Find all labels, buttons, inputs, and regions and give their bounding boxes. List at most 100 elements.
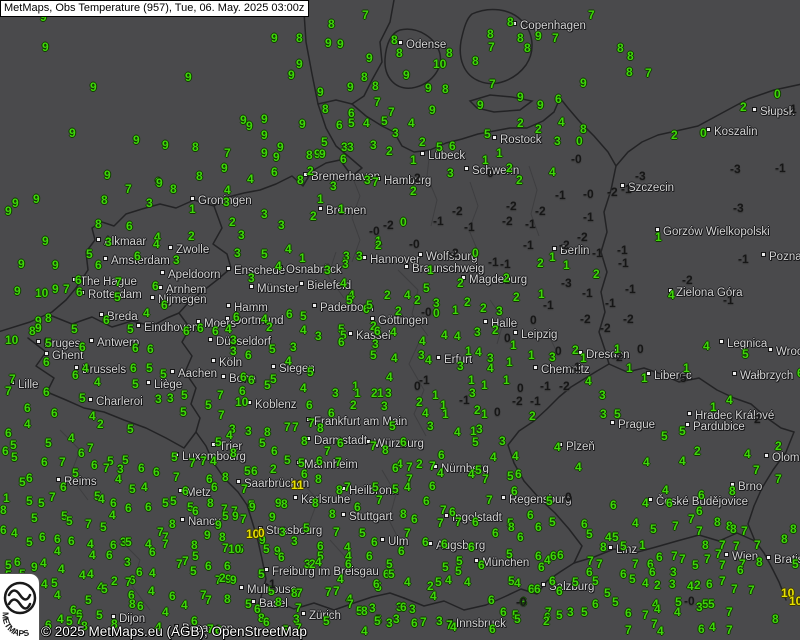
attribution: © 2025 MetMaps.eu (AGB), OpenStreetMap [41,624,307,639]
weather-map[interactable]: OdenseCopenhagenLübeckRostockSchwerinBre… [0,0,800,640]
temp-value: 5 [650,524,657,534]
temp-value: 5 [604,588,611,598]
temp-value: 3 [248,273,255,283]
temp-value: -1 [488,257,499,267]
temp-value: 1 [468,375,475,385]
temp-value: 6 [336,120,343,130]
temp-value: 8 [391,35,398,45]
temp-value: 7 [726,607,733,617]
temp-value: -2 [448,248,459,258]
temp-value: 6 [400,437,407,447]
temp-value: 6 [54,534,61,544]
temp-value: 7 [9,374,16,384]
temp-value: 10 [228,544,241,554]
temp-value: 6 [78,448,85,458]
temp-value: 3 [330,181,337,191]
temp-value: 4 [79,570,86,580]
temp-value: 4 [89,411,96,421]
temp-value: 5 [259,438,266,448]
temp-value: 4 [247,174,254,184]
temp-value: 5 [374,616,381,626]
temp-value: 5 [31,513,38,523]
temp-value: 7 [344,482,351,492]
temp-value: 6 [39,532,46,542]
temp-value: 6 [489,624,496,634]
temp-value: 5 [132,379,139,389]
temp-value: 5 [556,610,563,620]
temp-value: -1 [540,381,551,391]
temp-value: 4 [425,355,432,365]
temp-value: 1 [626,363,633,373]
temp-value: 6 [169,591,176,601]
temp-value: 4 [490,452,497,462]
temp-value: 9 [232,511,239,521]
temp-value: 9 [215,520,222,530]
temp-value: 2 [111,576,118,586]
temp-value: 7 [370,441,377,451]
temp-value: 9 [347,82,354,92]
temp-value: 3 [279,527,286,537]
temp-value: 8 [297,175,304,185]
temp-value: -2 [502,216,513,226]
metmaps-logo-text: METMAPS [0,612,30,639]
temp-value: 6 [182,486,189,496]
temp-value: 4 [468,469,475,479]
temp-value: 2 [307,166,314,176]
temp-value: 6 [666,498,673,508]
temp-value: 9 [261,114,268,124]
temp-value: -1 [583,212,594,222]
temp-value: 0 [774,89,781,99]
temp-value: 6 [649,567,656,577]
temp-value: 7 [372,177,379,187]
temp-value: 6 [240,372,247,382]
temp-value: 2 [457,278,464,288]
temp-value: 6 [354,502,361,512]
temp-value: 7 [645,68,652,78]
temp-value: 2 [694,580,701,590]
temp-value: 5 [389,421,396,431]
temp-value: 8 [301,436,308,446]
temp-value: 5 [26,496,33,506]
temp-value: 8 [315,474,322,484]
temp-value: 6 [656,552,663,562]
temp-value: 3 [105,237,112,247]
temp-value: 8 [756,557,763,567]
temp-value: 7 [632,559,639,569]
temp-value: 8 [169,519,176,529]
temp-value: 4 [575,462,582,472]
temp-value: 3 [381,401,388,411]
temp-value: 7 [588,10,595,20]
temp-value: 2 [416,459,423,469]
temp-value: 6 [152,281,159,291]
temp-value: 5 [586,529,593,539]
temp-value: -0 [571,154,582,164]
temp-value: -0 [516,597,527,607]
temp-value: 8 [772,614,779,624]
temp-value: 4 [54,590,61,600]
temp-value: 9 [366,53,373,63]
temp-value: 9 [317,87,324,97]
temp-value: 7 [741,526,748,536]
temp-value: 3 [238,230,245,240]
temp-value: 2 [266,322,273,332]
temp-value: 5 [549,517,556,527]
temp-value: -3 [561,278,572,288]
temp-value: 6 [134,251,141,261]
temp-value: 2 [517,118,524,128]
temp-value: 8 [317,423,324,433]
temp-value: -1 [570,362,581,372]
temp-value: 2 [410,186,417,196]
temp-value: 2 [492,325,499,335]
temp-value: 4 [679,456,686,466]
temp-value: 6 [137,601,144,611]
temp-value: 6 [472,517,479,527]
temp-value: 9 [90,82,97,92]
temp-value: -0 [583,189,594,199]
temp-value: 7 [440,505,447,515]
temp-value: 6 [43,357,50,367]
temp-value: 7 [240,514,247,524]
temp-value: 6 [592,599,599,609]
temp-value: 3 [364,175,371,185]
temp-value: 3 [474,327,481,337]
temp-value: 0 [576,136,583,146]
